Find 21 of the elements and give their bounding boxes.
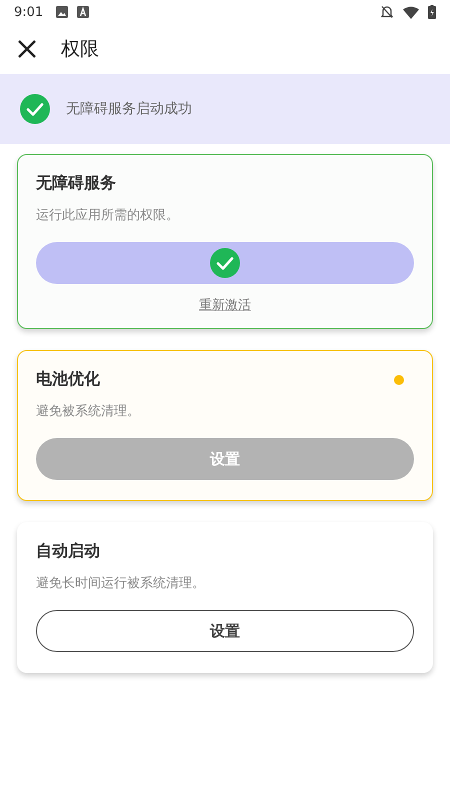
card-description: 避免被系统清理。 (36, 403, 141, 420)
bell-off-icon (380, 5, 394, 19)
status-dot (394, 374, 404, 384)
status-time: 9:01 (14, 4, 44, 20)
card-title: 电池优化 (36, 369, 100, 390)
card-title: 自动启动 (36, 541, 100, 562)
font-icon (77, 6, 90, 18)
check-circle-icon (210, 248, 240, 278)
page-title: 权限 (61, 37, 99, 62)
image-icon (56, 6, 68, 18)
battery-icon (428, 5, 436, 19)
settings-button[interactable]: 设置 (36, 610, 414, 652)
reactivate-link[interactable]: 重新激活 (199, 296, 251, 314)
card-description: 运行此应用所需的权限。 (36, 207, 180, 224)
card-description: 避免长时间运行被系统清理。 (36, 575, 206, 592)
check-circle-icon (20, 94, 50, 124)
granted-button[interactable] (36, 242, 414, 284)
wifi-icon (403, 6, 419, 18)
card-title: 无障碍服务 (36, 173, 116, 194)
banner-message: 无障碍服务启动成功 (66, 100, 192, 118)
close-icon (17, 39, 37, 59)
